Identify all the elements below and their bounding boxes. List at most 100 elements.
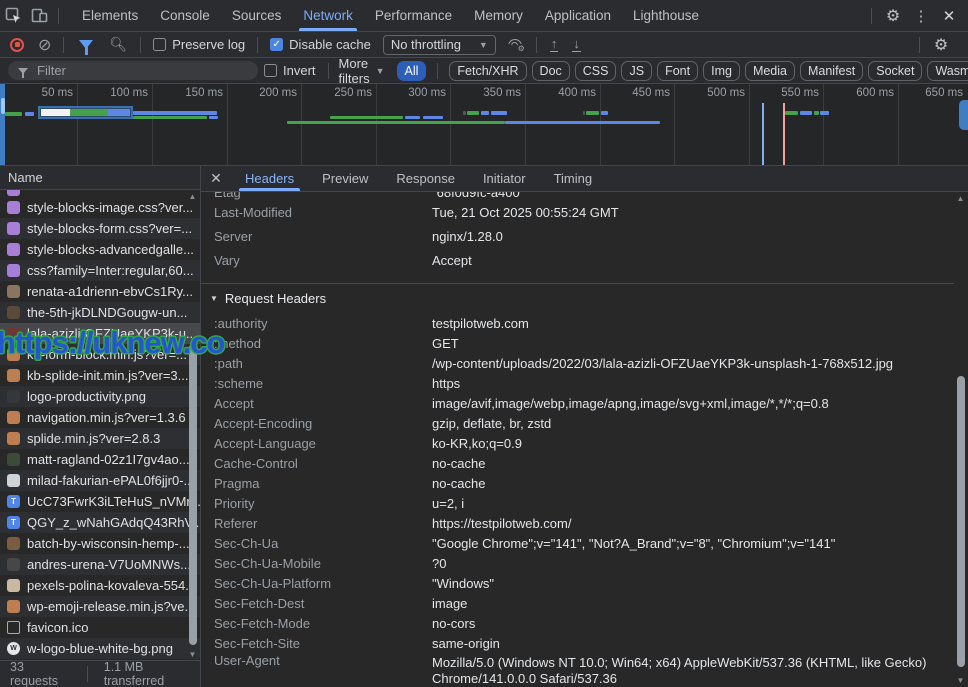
filter-chip-img[interactable]: Img	[703, 61, 740, 81]
request-row[interactable]: milad-fakurian-ePAL0f6jjr0-...	[0, 470, 200, 491]
scroll-down-icon[interactable]: ▼	[956, 676, 965, 685]
tab-console[interactable]: Console	[149, 0, 221, 31]
request-row[interactable]: wp-emoji-release.min.js?ve...	[0, 596, 200, 617]
filter-chip-doc[interactable]: Doc	[532, 61, 570, 81]
request-row[interactable]: andres-urena-V7UoMNWs...	[0, 554, 200, 575]
filter-chip-media[interactable]: Media	[745, 61, 795, 81]
tab-elements[interactable]: Elements	[71, 0, 149, 31]
request-row-clipped[interactable]	[0, 190, 200, 197]
sidebar-scrollbar[interactable]: ▲ ▼	[186, 192, 199, 659]
filter-chip-fetch-xhr[interactable]: Fetch/XHR	[449, 61, 526, 81]
request-row[interactable]: Ww-logo-blue-white-bg.png	[0, 638, 200, 659]
details-tab-timing[interactable]: Timing	[540, 166, 607, 191]
overview-right-handle[interactable]	[959, 100, 968, 130]
details-tab-headers[interactable]: Headers	[231, 166, 308, 191]
inspect-element-icon[interactable]	[0, 4, 26, 28]
details-tab-preview[interactable]: Preview	[308, 166, 382, 191]
image-thumbnail	[7, 285, 20, 298]
export-har-icon[interactable]: ↓	[572, 38, 581, 52]
request-row[interactable]: style-blocks-advancedgalle...	[0, 239, 200, 260]
wordpress-logo-icon: W	[7, 642, 20, 655]
request-row[interactable]: favicon.ico	[0, 617, 200, 638]
tab-performance[interactable]: Performance	[364, 0, 463, 31]
details-scrollbar-thumb[interactable]	[957, 376, 965, 667]
filter-chip-wasm[interactable]: Wasm	[927, 61, 968, 81]
headers-content[interactable]: Etag "68f0d9fc-a400" Last-ModifiedTue, 2…	[201, 192, 954, 687]
request-row[interactable]: TQGY_z_wNahGAdqQ43RhV...	[0, 512, 200, 533]
header-name: Server	[201, 229, 432, 244]
filter-input[interactable]	[35, 62, 248, 79]
filter-chip-socket[interactable]: Socket	[868, 61, 922, 81]
more-filters-dropdown[interactable]: More filters ▼	[339, 56, 385, 86]
request-row[interactable]: kb-splide-init.min.js?ver=3...	[0, 365, 200, 386]
details-scrollbar[interactable]: ▲ ▼	[954, 194, 967, 685]
waterfall-bar	[785, 111, 798, 115]
details-tab-initiator[interactable]: Initiator	[469, 166, 540, 191]
request-row[interactable]: pexels-polina-kovaleva-554...	[0, 575, 200, 596]
filter-chip-manifest[interactable]: Manifest	[800, 61, 863, 81]
close-details-icon[interactable]: ✕	[201, 170, 231, 187]
preserve-log-checkbox-row[interactable]: Preserve log	[153, 37, 245, 52]
request-name: UcC73FwrK3iLTeHuS_nVMr...	[27, 494, 200, 509]
tab-network[interactable]: Network	[292, 0, 364, 31]
scroll-down-icon[interactable]: ▼	[188, 650, 197, 659]
request-row[interactable]: navigation.min.js?ver=1.3.6	[0, 407, 200, 428]
record-network-log-button[interactable]	[10, 38, 24, 52]
request-row[interactable]: style-blocks-image.css?ver...	[0, 197, 200, 218]
clear-network-log-icon[interactable]: ⊘	[38, 35, 51, 55]
request-row[interactable]: the-5th-jkDLNDGougw-un...	[0, 302, 200, 323]
request-row[interactable]: logo-productivity.png	[0, 386, 200, 407]
search-icon[interactable]: 🔍︎	[109, 36, 127, 53]
more-filters-label: More filters	[339, 56, 370, 86]
preserve-log-checkbox[interactable]	[153, 38, 166, 51]
request-name: the-5th-jkDLNDGougw-un...	[27, 305, 187, 320]
device-toolbar-icon[interactable]	[26, 4, 52, 28]
request-row[interactable]: matt-ragland-02z1I7gv4ao...	[0, 449, 200, 470]
close-devtools-icon[interactable]: ✕	[936, 4, 962, 28]
scroll-up-icon[interactable]: ▲	[188, 192, 197, 201]
scroll-up-icon[interactable]: ▲	[956, 194, 965, 203]
request-row[interactable]: kb-form-block.min.js?ver=...	[0, 344, 200, 365]
filter-chip-css[interactable]: CSS	[575, 61, 617, 81]
details-tab-response[interactable]: Response	[382, 166, 469, 191]
filter-chip-all[interactable]: All	[397, 61, 427, 81]
filter-chip-font[interactable]: Font	[657, 61, 698, 81]
selected-request-bar[interactable]	[38, 106, 133, 119]
filter-input-pill[interactable]	[8, 61, 258, 80]
import-har-icon[interactable]: ↑	[550, 38, 559, 52]
request-row[interactable]: css?family=Inter:regular,60...	[0, 260, 200, 281]
request-row[interactable]: T UcC73FwrK3iLTeHuS_nVMr...	[0, 491, 200, 512]
request-headers-section[interactable]: ▼ Request Headers	[201, 283, 954, 313]
filter-chip-js[interactable]: JS	[621, 61, 652, 81]
name-column-header[interactable]: Name	[0, 166, 200, 190]
network-overview-timeline[interactable]: 50 ms100 ms150 ms200 ms250 ms300 ms350 m…	[0, 84, 968, 166]
sidebar-scrollbar-thumb[interactable]	[189, 344, 197, 645]
tab-memory[interactable]: Memory	[463, 0, 534, 31]
disable-cache-checkbox-row[interactable]: ✓ Disable cache	[270, 37, 371, 52]
tab-lighthouse[interactable]: Lighthouse	[622, 0, 710, 31]
request-row[interactable]: splide.min.js?ver=2.8.3	[0, 428, 200, 449]
tab-application[interactable]: Application	[534, 0, 622, 31]
request-row[interactable]: lala-azizli-OFZUaeYKP3k-u...	[0, 323, 200, 344]
invert-checkbox[interactable]	[264, 64, 277, 77]
timeline-gridline	[152, 84, 153, 165]
disable-cache-checkbox[interactable]: ✓	[270, 38, 283, 51]
filter-toggle-icon[interactable]	[79, 40, 93, 49]
tab-sources[interactable]: Sources	[221, 0, 293, 31]
more-options-icon[interactable]: ⋮	[908, 4, 934, 28]
throttling-dropdown[interactable]: No throttling ▼	[383, 35, 496, 55]
header-name: Sec-Fetch-Site	[201, 636, 432, 651]
network-conditions-icon[interactable]: ⚙	[506, 37, 526, 53]
request-row[interactable]: batch-by-wisconsin-hemp-...	[0, 533, 200, 554]
css-file-icon	[7, 222, 20, 235]
header-value: image	[432, 596, 954, 611]
settings-gear-icon[interactable]: ⚙	[880, 4, 906, 28]
request-row[interactable]: renata-a1drienn-ebvCs1Ry...	[0, 281, 200, 302]
font-file-icon: T	[7, 495, 20, 508]
network-settings-gear-icon[interactable]: ⚙	[928, 33, 954, 57]
request-row[interactable]: style-blocks-form.css?ver=...	[0, 218, 200, 239]
request-name: matt-ragland-02z1I7gv4ao...	[27, 452, 190, 467]
header-name: Referer	[201, 516, 432, 531]
invert-checkbox-row[interactable]: Invert	[264, 63, 316, 78]
overview-left-handle[interactable]	[0, 84, 5, 165]
